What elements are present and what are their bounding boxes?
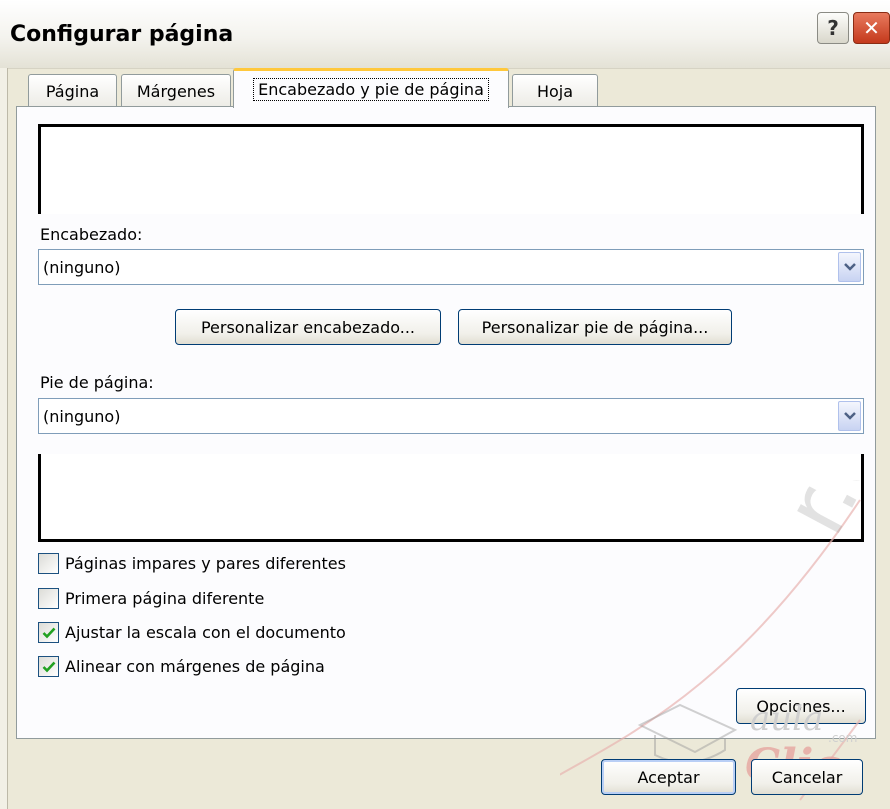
header-label: Encabezado: (40, 225, 143, 244)
button-label: Aceptar (637, 767, 700, 787)
options-button[interactable]: Opciones... (736, 688, 866, 724)
close-icon: ✕ (863, 16, 880, 40)
chevron-down-icon[interactable] (838, 252, 861, 282)
tab-label: Hoja (536, 82, 574, 101)
help-button[interactable]: ? (817, 12, 849, 44)
checkmark-icon (42, 627, 55, 638)
close-button[interactable]: ✕ (853, 12, 890, 44)
cancel-button[interactable]: Cancelar (751, 759, 863, 795)
checkbox-first-page[interactable]: Primera página diferente (38, 588, 264, 609)
window-frame (0, 68, 8, 809)
footer-preview (38, 454, 864, 542)
button-label: Personalizar encabezado... (200, 317, 416, 337)
checkbox-box[interactable] (38, 656, 59, 677)
tab-pagina[interactable]: Página (28, 74, 117, 108)
checkbox-align-margins[interactable]: Alinear con márgenes de página (38, 656, 325, 677)
footer-select-value: (ninguno) (43, 407, 121, 426)
header-select-value: (ninguno) (43, 258, 121, 277)
ok-button[interactable]: Aceptar (601, 759, 736, 795)
button-label: Opciones... (756, 696, 846, 716)
title-bar: Configurar página ? ✕ (0, 0, 890, 69)
checkbox-label: Primera página diferente (65, 589, 265, 608)
checkbox-odd-even[interactable]: Páginas impares y pares diferentes (38, 553, 346, 574)
tab-margenes[interactable]: Márgenes (121, 74, 231, 108)
button-label: Cancelar (771, 767, 843, 787)
question-icon: ? (827, 16, 839, 40)
window-title: Configurar página (10, 22, 234, 47)
checkbox-box[interactable] (38, 588, 59, 609)
checkbox-label: Ajustar la escala con el documento (65, 623, 346, 642)
header-preview (38, 124, 864, 214)
footer-select[interactable]: (ninguno) (38, 398, 864, 434)
tab-label: Encabezado y pie de página (253, 78, 489, 101)
customize-header-button[interactable]: Personalizar encabezado... (175, 309, 441, 345)
chevron-down-icon[interactable] (838, 401, 861, 431)
checkbox-label: Páginas impares y pares diferentes (65, 554, 346, 573)
tab-encabezado-pie[interactable]: Encabezado y pie de página (233, 68, 509, 108)
checkbox-box[interactable] (38, 553, 59, 574)
tab-label: Márgenes (136, 82, 216, 101)
customize-footer-button[interactable]: Personalizar pie de página... (458, 309, 732, 345)
checkbox-scale-with-document[interactable]: Ajustar la escala con el documento (38, 622, 346, 643)
checkbox-box[interactable] (38, 622, 59, 643)
button-label: Personalizar pie de página... (481, 317, 709, 337)
header-select[interactable]: (ninguno) (38, 249, 864, 285)
tab-label: Página (45, 82, 100, 101)
checkmark-icon (42, 661, 55, 672)
checkbox-label: Alinear con márgenes de página (65, 657, 325, 676)
footer-label: Pie de página: (40, 373, 154, 392)
tab-hoja[interactable]: Hoja (512, 74, 598, 108)
